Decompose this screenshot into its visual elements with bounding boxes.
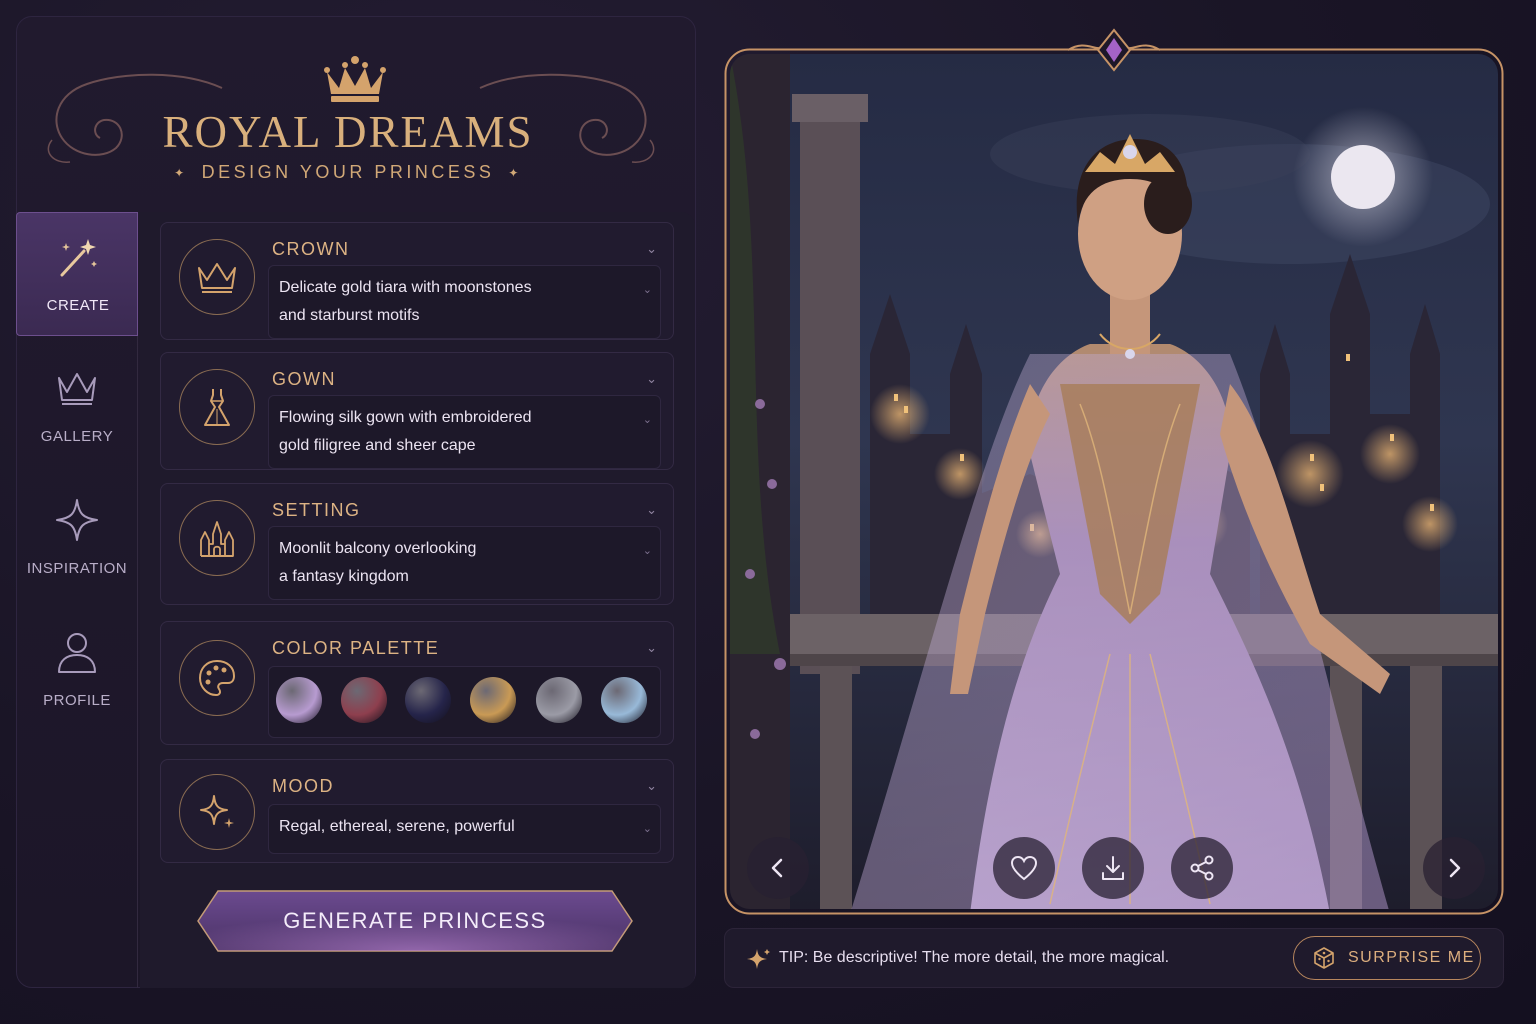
chevron-down-icon[interactable]: ⌄: [646, 241, 657, 257]
setting-field[interactable]: Moonlit balcony overlooking a fantasy ki…: [268, 526, 661, 600]
swatch-lavender[interactable]: [276, 677, 322, 723]
mood-card: MOOD ⌄ Regal, ethereal, serene, powerful…: [160, 759, 674, 863]
share-icon: [1190, 855, 1214, 881]
dice-icon: [1314, 947, 1334, 969]
crown-icon: [198, 263, 236, 293]
chevron-down-icon[interactable]: ⌄: [646, 371, 657, 387]
crown-card-icon: [179, 239, 255, 315]
swatch-burgundy[interactable]: [341, 677, 387, 723]
chevron-down-icon[interactable]: ⌄: [643, 276, 652, 304]
app-title: ROYAL DREAMS: [162, 107, 534, 157]
chevron-down-icon[interactable]: ⌄: [643, 815, 652, 843]
princess-image: [730, 54, 1498, 909]
dress-icon: [204, 389, 230, 426]
gem-ornament-icon: [1067, 28, 1161, 72]
sparkle-icon: ✦: [174, 166, 188, 181]
download-button[interactable]: [1082, 837, 1144, 899]
gown-card-icon: [179, 369, 255, 445]
nav-item-create[interactable]: CREATE: [16, 212, 138, 336]
gown-card: GOWN ⌄ Flowing silk gown with embroidere…: [160, 352, 674, 470]
setting-card: SETTING ⌄ Moonlit balcony overlooking a …: [160, 483, 674, 605]
crown-title: CROWN: [272, 239, 350, 259]
app-subtitle: ✦ DESIGN YOUR PRINCESS ✦: [16, 162, 680, 183]
sparkle-icon: [747, 949, 770, 969]
setting-title: SETTING: [272, 500, 361, 520]
subtitle-text: DESIGN YOUR PRINCESS: [201, 162, 495, 182]
mood-field-value: Regal, ethereal, serene, powerful: [279, 818, 515, 835]
setting-card-icon: [179, 500, 255, 576]
palette-card-icon: [179, 640, 255, 716]
surprise-me-button[interactable]: SURPRISE ME: [1293, 936, 1481, 980]
palette-icon: [198, 659, 236, 697]
swatch-gold[interactable]: [470, 677, 516, 723]
nav-label: CREATE: [46, 297, 110, 314]
user-icon: [58, 633, 96, 673]
sidebar-nav: CREATE GALLERY INSPIRATION PROFILE: [16, 212, 138, 988]
nav-label: PROFILE: [43, 692, 111, 709]
crown-logo-icon: [324, 56, 386, 102]
previous-button[interactable]: [747, 837, 809, 899]
surprise-label: SURPRISE ME: [1348, 949, 1475, 966]
gown-title: GOWN: [272, 369, 336, 389]
palette-card: COLOR PALETTE ⌄: [160, 621, 674, 745]
crown-field-line1: Delicate gold tiara with moonstones: [279, 279, 532, 296]
generate-label: GENERATE PRINCESS: [283, 908, 547, 933]
chevron-down-icon[interactable]: ⌄: [643, 537, 652, 565]
mood-field[interactable]: Regal, ethereal, serene, powerful ⌄: [268, 804, 661, 854]
nav-label: GALLERY: [40, 428, 114, 445]
setting-field-line1: Moonlit balcony overlooking: [279, 540, 477, 557]
swatch-midnight[interactable]: [405, 677, 451, 723]
share-button[interactable]: [1171, 837, 1233, 899]
download-icon: [1102, 856, 1124, 880]
princess-illustration: [730, 54, 1498, 909]
mood-card-icon: [179, 774, 255, 850]
tip-text: TIP: Be descriptive! The more detail, th…: [779, 949, 1170, 966]
crown-field[interactable]: Delicate gold tiara with moonstones and …: [268, 265, 661, 339]
crown-field-line2: and starburst motifs: [279, 307, 420, 324]
nav-label: INSPIRATION: [26, 560, 128, 577]
gown-field-line2: gold filigree and sheer cape: [279, 437, 476, 454]
mood-title: MOOD: [272, 776, 334, 796]
sparkle-icon: ✦: [508, 166, 522, 181]
gown-field-line1: Flowing silk gown with embroidered: [279, 409, 532, 426]
castle-icon: [200, 521, 234, 557]
nav-item-profile[interactable]: PROFILE: [16, 608, 138, 732]
sparkle-icon: [200, 795, 234, 828]
nav-item-inspiration[interactable]: INSPIRATION: [16, 476, 138, 600]
chevron-left-icon: [771, 858, 783, 878]
sparkle-icon: [56, 499, 98, 541]
generate-princess-button[interactable]: GENERATE PRINCESS: [196, 889, 634, 953]
princess-preview: [724, 28, 1504, 915]
nav-item-gallery[interactable]: GALLERY: [16, 344, 138, 468]
gown-field[interactable]: Flowing silk gown with embroidered gold …: [268, 395, 661, 469]
crown-icon: [58, 373, 96, 405]
setting-field-line2: a fantasy kingdom: [279, 568, 409, 585]
swatch-sky-blue[interactable]: [601, 677, 647, 723]
chevron-down-icon[interactable]: ⌄: [646, 778, 657, 794]
next-button[interactable]: [1423, 837, 1485, 899]
chevron-down-icon[interactable]: ⌄: [643, 406, 652, 434]
chevron-right-icon: [1449, 858, 1461, 878]
swatch-silver[interactable]: [536, 677, 582, 723]
crown-card: CROWN ⌄ Delicate gold tiara with moonsto…: [160, 222, 674, 340]
chevron-down-icon[interactable]: ⌄: [646, 640, 657, 656]
app-header: ROYAL DREAMS ✦ DESIGN YOUR PRINCESS ✦: [16, 40, 696, 200]
heart-icon: [1010, 855, 1038, 881]
palette-title: COLOR PALETTE: [272, 638, 440, 658]
favorite-button[interactable]: [993, 837, 1055, 899]
chevron-down-icon[interactable]: ⌄: [646, 502, 657, 518]
magic-wand-icon: [60, 239, 97, 277]
